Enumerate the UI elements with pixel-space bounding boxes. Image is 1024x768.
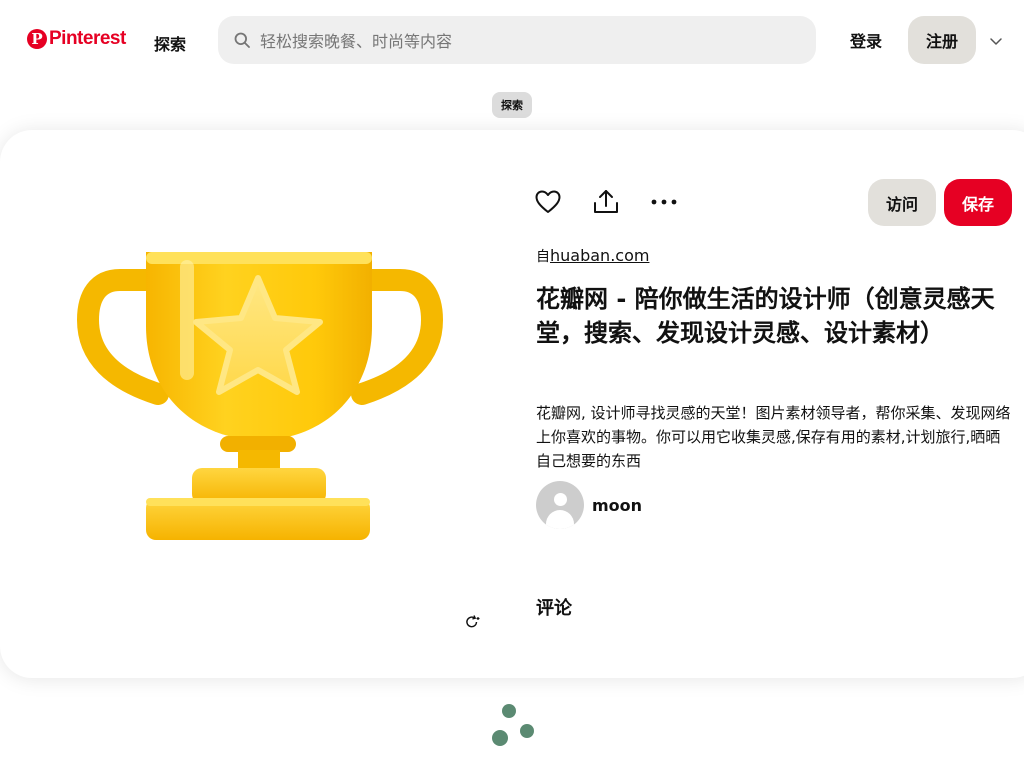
pin-source: 自huaban.com [536, 246, 649, 266]
loader-dot [520, 724, 534, 738]
pin-description: 花瓣网, 设计师寻找灵感的天堂！图片素材领导者，帮你采集、发现网络上你喜欢的事物… [536, 404, 1011, 470]
source-link[interactable]: huaban.com [550, 246, 649, 265]
share-icon [594, 190, 618, 213]
search-input[interactable] [258, 16, 802, 66]
trophy-icon[interactable] [70, 230, 450, 570]
search-bar[interactable] [218, 16, 816, 66]
author-name[interactable]: moon [592, 496, 642, 515]
pinterest-logo-icon: P [27, 29, 47, 49]
share-button[interactable] [582, 178, 630, 226]
search-icon [234, 32, 250, 48]
refresh-icon [466, 615, 480, 628]
pin-actions [535, 178, 688, 226]
more-options-button[interactable] [640, 178, 688, 226]
avatar[interactable] [536, 481, 584, 529]
pin-author[interactable]: moon [536, 481, 642, 529]
pin-title: 花瓣网 - 陪你做生活的设计师（创意灵感天堂，搜索、发现设计灵感、设计素材） [536, 285, 995, 347]
loader-dot [502, 704, 516, 718]
comments-heading: 评论 [536, 598, 572, 619]
heart-icon [535, 190, 561, 213]
breadcrumb-explore[interactable]: 探索 [492, 92, 532, 118]
login-button[interactable]: 登录 [836, 16, 896, 64]
avatar-head [554, 493, 567, 506]
explore-link[interactable]: 探索 [154, 31, 186, 55]
top-nav: P Pinterest 探索 登录 注册 [0, 0, 1024, 80]
like-button[interactable] [524, 178, 572, 226]
source-prefix: 自 [536, 249, 550, 265]
loader-dot [492, 730, 508, 746]
more-icon [651, 199, 677, 205]
signup-button[interactable]: 注册 [908, 16, 976, 64]
loading-spinner [490, 702, 538, 748]
pinterest-logo-text: Pinterest [49, 28, 126, 49]
chevron-down-icon[interactable] [988, 33, 1004, 49]
visit-button[interactable]: 访问 [868, 179, 936, 226]
avatar-body [546, 510, 574, 529]
pinterest-logo[interactable]: P Pinterest [27, 28, 126, 50]
pin-card: 访问 保存 自huaban.com 花瓣网 - 陪你做生活的设计师（创意灵感天堂… [0, 130, 1024, 678]
save-button[interactable]: 保存 [944, 179, 1012, 226]
